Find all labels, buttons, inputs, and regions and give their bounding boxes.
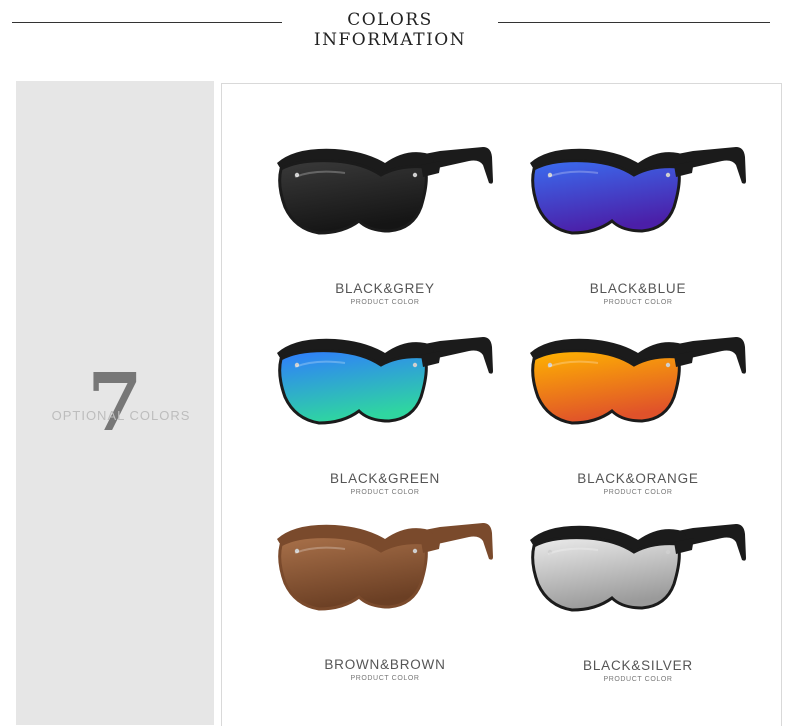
color-option-card[interactable]: BLACK&BLUE PRODUCT COLOR	[518, 121, 758, 311]
color-option-card[interactable]: BLACK&SILVER PRODUCT COLOR	[518, 498, 758, 688]
color-count-caption: OPTIONAL COLORS	[51, 408, 191, 423]
color-option-card[interactable]: BLACK&GREY PRODUCT COLOR	[265, 121, 505, 311]
color-name: BLACK&SILVER	[583, 658, 693, 673]
header-divider-left	[12, 22, 282, 23]
color-name: BROWN&BROWN	[324, 657, 446, 672]
section-title: COLORS INFORMATION	[313, 10, 467, 50]
sunglasses-green-icon	[277, 337, 493, 425]
sunglasses-orange-icon	[530, 337, 746, 425]
header-divider-right	[498, 22, 770, 23]
color-subtitle: PRODUCT COLOR	[350, 489, 420, 496]
color-count: 7	[87, 355, 143, 449]
color-name: BLACK&ORANGE	[577, 471, 699, 486]
sunglasses-blue-icon	[530, 147, 746, 235]
color-subtitle: PRODUCT COLOR	[350, 675, 420, 682]
color-name: BLACK&GREEN	[329, 471, 441, 486]
section-header: COLORS INFORMATION	[0, 0, 790, 50]
color-subtitle: PRODUCT COLOR	[603, 299, 673, 306]
color-count-panel: 7 OPTIONAL COLORS	[16, 81, 214, 725]
color-option-card[interactable]: BROWN&BROWN PRODUCT COLOR	[265, 497, 505, 687]
color-options-panel: BLACK&GREY PRODUCT COLOR BLACK&BLUE PROD…	[221, 83, 782, 726]
color-name: BLACK&BLUE	[589, 281, 687, 296]
sunglasses-brown-icon	[277, 523, 493, 611]
color-name: BLACK&GREY	[335, 281, 435, 296]
color-option-card[interactable]: BLACK&ORANGE PRODUCT COLOR	[518, 311, 758, 501]
color-option-card[interactable]: BLACK&GREEN PRODUCT COLOR	[265, 311, 505, 501]
sunglasses-silver-icon	[530, 524, 746, 612]
color-subtitle: PRODUCT COLOR	[350, 299, 420, 306]
sunglasses-grey-icon	[277, 147, 493, 235]
color-subtitle: PRODUCT COLOR	[603, 489, 673, 496]
color-subtitle: PRODUCT COLOR	[603, 676, 673, 683]
